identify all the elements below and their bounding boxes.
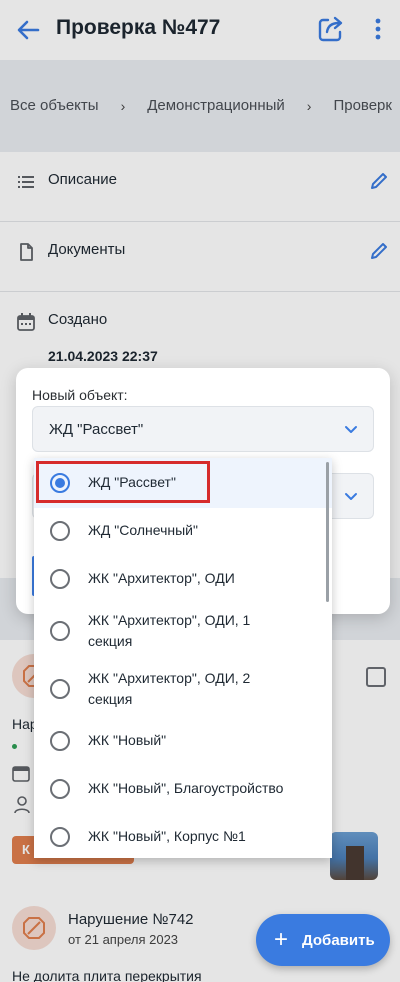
plus-icon: + [274,926,289,953]
new-object-select[interactable]: ЖД "Рассвет" [32,406,374,452]
radio-icon[interactable] [50,679,70,699]
radio-icon[interactable] [50,621,70,641]
object-dropdown-list: ЖД "Рассвет" ЖД "Солнечный" ЖК "Архитект… [34,458,332,858]
radio-icon[interactable] [50,569,70,589]
chevron-down-icon [345,426,357,433]
chevron-down-icon [345,493,357,500]
dropdown-option[interactable]: ЖК "Архитектор", ОДИ [34,556,332,604]
option-label: ЖД "Солнечный" [88,522,198,538]
option-label: ЖК "Новый", Корпус №1 [88,828,246,844]
new-object-label: Новый объект: [32,387,128,403]
selection-highlight-box [36,461,210,503]
radio-icon[interactable] [50,521,70,541]
radio-icon[interactable] [50,779,70,799]
dropdown-option[interactable]: ЖК "Новый", Благоустройство [34,768,332,816]
radio-icon[interactable] [50,827,70,847]
option-label: ЖК "Новый" [88,732,167,748]
option-label: ЖК "Архитектор", ОДИ, 2 секция [88,670,251,707]
dropdown-scrollbar[interactable] [326,462,329,602]
dropdown-option[interactable]: ЖК "Архитектор", ОДИ, 1 секция [34,604,332,662]
dropdown-option[interactable]: ЖК "Архитектор", ОДИ, 2 секция [34,662,332,720]
dropdown-option[interactable]: ЖД "Солнечный" [34,508,332,556]
dropdown-option[interactable]: ЖК "Новый", Корпус №1 [34,816,332,858]
option-label: ЖК "Архитектор", ОДИ, 1 секция [88,612,251,649]
select-value: ЖД "Рассвет" [49,421,144,438]
add-button-label: Добавить [302,931,375,949]
option-label: ЖК "Архитектор", ОДИ [88,570,235,586]
option-label: ЖК "Новый", Благоустройство [88,780,284,796]
radio-icon[interactable] [50,731,70,751]
add-button[interactable]: + Добавить [256,914,390,966]
dropdown-option[interactable]: ЖК "Новый" [34,720,332,768]
